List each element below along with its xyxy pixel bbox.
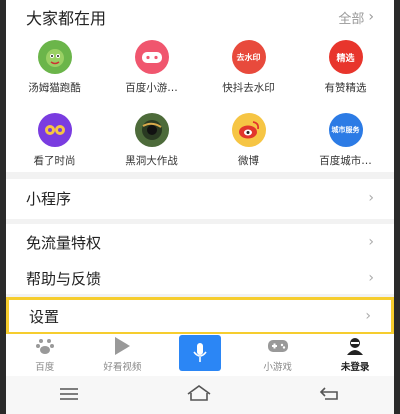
baidu-paw-icon bbox=[33, 335, 57, 357]
tab-label: 百度 bbox=[35, 362, 55, 373]
youzan-icon: 精选 bbox=[328, 40, 363, 74]
tom-cat-icon bbox=[37, 40, 72, 74]
app-tile-city-service[interactable]: 城市服务 百度城市… bbox=[297, 109, 394, 168]
free-traffic-row[interactable]: 免流量特权 › bbox=[6, 224, 394, 260]
tab-baidu[interactable]: 百度 bbox=[6, 334, 84, 376]
app-icon-glyph: 城市服务 bbox=[331, 126, 360, 134]
black-hole-icon bbox=[134, 113, 169, 147]
tab-mini-games[interactable]: 小游戏 bbox=[239, 334, 317, 376]
voice-search-button[interactable] bbox=[161, 334, 239, 376]
app-icon-glyph: 精选 bbox=[336, 53, 355, 64]
section-divider bbox=[6, 172, 394, 179]
app-label: 黑洞大作战 bbox=[125, 155, 178, 167]
section-header: 大家都在用 全部 › bbox=[6, 0, 394, 34]
row-label: 设置 bbox=[29, 307, 60, 326]
home-icon[interactable] bbox=[186, 384, 212, 406]
tab-profile[interactable]: 未登录 bbox=[316, 334, 394, 376]
help-feedback-row[interactable]: 帮助与反馈 › bbox=[6, 260, 394, 296]
chevron-right-icon: › bbox=[368, 234, 374, 250]
row-label: 免流量特权 bbox=[26, 233, 102, 252]
app-tile-black-hole[interactable]: 黑洞大作战 bbox=[103, 109, 200, 168]
app-grid: 汤姆猫跑酷 百度小游… 去水印 快抖去水印 精选 有赞精选 看了时尚 黑洞大作战 bbox=[6, 36, 394, 168]
row-label: 小程序 bbox=[26, 189, 72, 208]
app-label: 看了时尚 bbox=[33, 155, 76, 167]
app-label: 快抖去水印 bbox=[222, 82, 275, 94]
app-tile-fashion[interactable]: 看了时尚 bbox=[6, 109, 103, 168]
tab-label: 小游戏 bbox=[263, 362, 292, 373]
view-all-link[interactable]: 全部 › bbox=[338, 8, 374, 27]
city-service-icon: 城市服务 bbox=[328, 113, 363, 147]
app-tile-watermark[interactable]: 去水印 快抖去水印 bbox=[200, 36, 297, 95]
left-bezel bbox=[0, 0, 6, 414]
app-tile-weibo[interactable]: 微博 bbox=[200, 109, 297, 168]
app-label: 百度城市… bbox=[319, 155, 372, 167]
chevron-right-icon: › bbox=[368, 270, 374, 286]
right-bezel bbox=[394, 0, 400, 414]
game-controller-icon bbox=[134, 40, 169, 74]
app-label: 汤姆猫跑酷 bbox=[28, 82, 81, 94]
view-all-label: 全部 bbox=[338, 11, 365, 27]
tab-label: 好看视频 bbox=[103, 362, 142, 373]
system-nav-bar bbox=[6, 376, 394, 414]
section-title: 大家都在用 bbox=[26, 9, 107, 28]
app-tile-tom-cat[interactable]: 汤姆猫跑酷 bbox=[6, 36, 103, 95]
user-avatar-icon bbox=[343, 335, 367, 357]
fashion-icon bbox=[37, 113, 72, 147]
play-icon bbox=[110, 335, 134, 357]
chevron-right-icon: › bbox=[365, 308, 371, 324]
tab-label: 未登录 bbox=[340, 362, 370, 373]
chevron-right-icon: › bbox=[368, 9, 374, 25]
app-tile-youzan[interactable]: 精选 有赞精选 bbox=[297, 36, 394, 95]
menu-icon[interactable] bbox=[59, 386, 79, 405]
settings-row[interactable]: 设置 › bbox=[6, 297, 394, 335]
app-icon-glyph: 去水印 bbox=[236, 52, 261, 62]
app-label: 微博 bbox=[238, 155, 259, 167]
app-label: 有赞精选 bbox=[324, 82, 367, 94]
watermark-icon: 去水印 bbox=[231, 40, 266, 74]
app-label: 百度小游… bbox=[125, 82, 178, 94]
back-icon[interactable] bbox=[319, 385, 341, 405]
weibo-icon bbox=[231, 113, 266, 147]
row-label: 帮助与反馈 bbox=[26, 269, 102, 288]
gamepad-icon bbox=[266, 335, 290, 357]
bottom-tab-bar: 百度 好看视频 小游戏 未登录 bbox=[6, 334, 394, 376]
microphone-icon bbox=[178, 335, 221, 371]
mini-program-row[interactable]: 小程序 › bbox=[6, 180, 394, 216]
tab-haokan-video[interactable]: 好看视频 bbox=[84, 334, 162, 376]
app-tile-baidu-game[interactable]: 百度小游… bbox=[103, 36, 200, 95]
chevron-right-icon: › bbox=[368, 190, 374, 206]
